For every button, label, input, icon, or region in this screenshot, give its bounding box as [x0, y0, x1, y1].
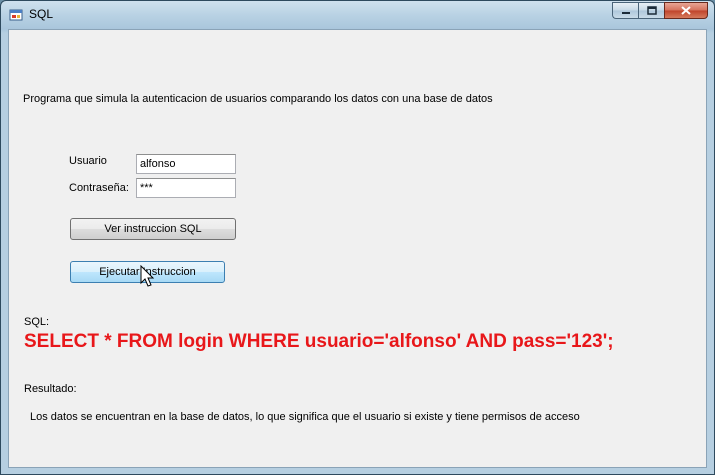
- minimize-button[interactable]: [612, 2, 638, 19]
- close-button[interactable]: [664, 2, 708, 19]
- view-sql-button[interactable]: Ver instruccion SQL: [70, 218, 236, 240]
- sql-window: SQL Programa que simula la autenticacion…: [0, 0, 715, 475]
- password-input[interactable]: ***: [136, 178, 236, 198]
- password-label: Contraseña:: [69, 182, 129, 194]
- sql-statement: SELECT * FROM login WHERE usuario='alfon…: [24, 331, 614, 352]
- sql-label: SQL:: [24, 316, 50, 328]
- user-label: Usuario: [69, 155, 107, 167]
- close-icon: [681, 6, 691, 15]
- maximize-button[interactable]: [638, 2, 664, 19]
- result-label: Resultado:: [24, 383, 77, 395]
- title-bar[interactable]: SQL: [1, 1, 714, 29]
- caption-buttons: [612, 2, 708, 20]
- description-label: Programa que simula la autenticacion de …: [23, 93, 493, 105]
- sql-form-icon: [9, 9, 23, 21]
- user-input[interactable]: alfonso: [136, 154, 236, 174]
- result-message: Los datos se encuentran en la base de da…: [30, 411, 580, 423]
- mouse-pointer-icon: [140, 265, 155, 287]
- maximize-icon: [646, 6, 657, 15]
- window-title: SQL: [29, 7, 54, 21]
- form-client-area: Programa que simula la autenticacion de …: [8, 29, 707, 468]
- minimize-icon: [621, 11, 630, 14]
